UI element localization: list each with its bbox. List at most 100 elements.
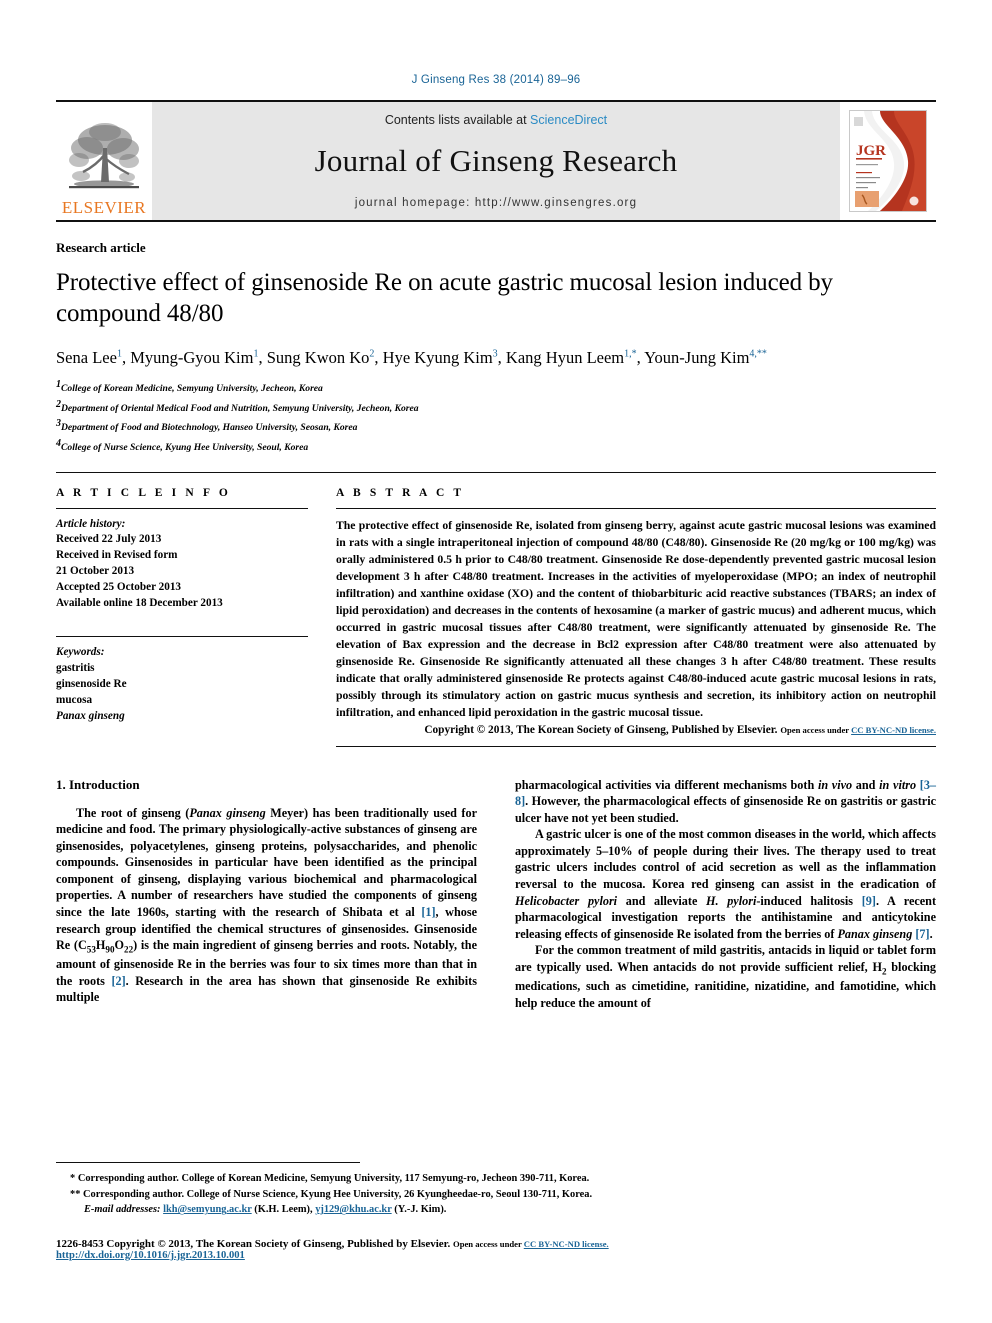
body-paragraph: For the common treatment of mild gastrit… xyxy=(515,942,936,1011)
footer-divider xyxy=(56,1162,360,1164)
author-name: Sena Lee xyxy=(56,348,117,367)
text-run: pharmacological activities via different… xyxy=(515,777,818,792)
issn-copyright-line: 1226-8453 Copyright © 2013, The Korean S… xyxy=(56,1238,936,1250)
email-owner-2: (Y.-J. Kim). xyxy=(394,1204,447,1216)
keyword-item: ginsenoside Re xyxy=(56,677,127,690)
cc-license-link[interactable]: CC BY-NC-ND license. xyxy=(851,725,936,735)
corresponding-mark-2: ** xyxy=(70,1188,81,1200)
author-affiliation-mark: 1 xyxy=(253,348,259,360)
journal-title: Journal of Ginseng Research xyxy=(314,143,678,178)
article-history-item: Received 22 July 2013 xyxy=(56,533,162,546)
author-name: Sung Kwon Ko xyxy=(266,348,370,367)
svg-text:JGR: JGR xyxy=(856,143,886,159)
info-abstract-block: A R T I C L E I N F O Article history: R… xyxy=(56,471,936,747)
article-history-label: Article history: xyxy=(56,517,126,530)
article-history-items: Received 22 July 2013 Received in Revised… xyxy=(56,532,308,612)
journal-homepage-link[interactable]: journal homepage: http://www.ginsengres.… xyxy=(355,197,637,209)
author-affiliation-mark: 2 xyxy=(369,348,375,360)
italic-term: in vivo xyxy=(817,777,853,792)
masthead-center: Contents lists available at ScienceDirec… xyxy=(152,102,840,220)
corresponding-author-note-2: ** Corresponding author. College of Nurs… xyxy=(70,1187,936,1203)
divider xyxy=(56,636,308,638)
author-affiliation-mark: 1,* xyxy=(624,348,637,360)
body-paragraph: The root of ginseng (Panax ginseng Meyer… xyxy=(56,805,477,1006)
keyword-item: gastritis xyxy=(56,661,95,674)
contents-prefix: Contents lists available at xyxy=(384,113,531,127)
article-info-heading: A R T I C L E I N F O xyxy=(56,486,231,499)
article-history-item: 21 October 2013 xyxy=(56,565,135,578)
subscript: 22 xyxy=(124,944,134,955)
body-column-left: 1. Introduction The root of ginseng (Pan… xyxy=(56,777,477,1012)
running-head: J Ginseng Res 38 (2014) 89–96 xyxy=(411,74,581,86)
email-owner-1: (K.H. Leem), xyxy=(254,1204,313,1216)
keywords-items: gastritis ginsenoside Re mucosa Panax ginse… xyxy=(56,661,308,725)
subscript: 53 xyxy=(86,944,96,955)
footer-cc-license-link[interactable]: CC BY-NC-ND license. xyxy=(524,1239,609,1249)
page-footer: * Corresponding author. College of Korea… xyxy=(56,1162,936,1261)
text-run: and xyxy=(852,777,880,792)
italic-term: Helicobacter pylori xyxy=(515,893,618,908)
email-link-1[interactable]: lkh@semyung.ac.kr xyxy=(163,1204,252,1215)
italic-term: in vitro xyxy=(879,777,917,792)
citation-ref[interactable]: [9] xyxy=(862,894,876,908)
body-paragraph: pharmacological activities via different… xyxy=(515,777,936,827)
affiliation-text: College of Nurse Science, Kyung Hee Univ… xyxy=(61,442,309,454)
author-name: Youn-Jung Kim xyxy=(644,348,750,367)
page-title: Protective effect of ginsenoside Re on a… xyxy=(56,269,833,327)
affiliation-item: 4College of Nurse Science, Kyung Hee Uni… xyxy=(56,436,936,456)
email-link-2[interactable]: yj129@khu.ac.kr xyxy=(315,1204,391,1215)
citation-ref[interactable]: [7] xyxy=(915,927,929,941)
italic-term: Panax ginseng xyxy=(189,805,266,820)
abstract-column: A B S T R A C T The protective effect of… xyxy=(336,487,936,747)
contents-available-line: Contents lists available at ScienceDirec… xyxy=(385,113,607,127)
article-info-column: A R T I C L E I N F O Article history: R… xyxy=(56,487,308,747)
copyright-text: Copyright © 2013, The Korean Society of … xyxy=(424,723,778,736)
article-type-kicker: Research article xyxy=(56,240,146,255)
citation-ref[interactable]: [1] xyxy=(421,905,435,919)
text-run: -induced halitosis xyxy=(756,893,862,908)
text-run: H xyxy=(95,938,106,953)
divider xyxy=(56,507,308,509)
text-run: A gastric ulcer is one of the most commo… xyxy=(515,827,936,892)
abstract-heading: A B S T R A C T xyxy=(336,486,465,499)
keyword-item: mucosa xyxy=(56,693,93,706)
text-run: For the common treatment of mild gastrit… xyxy=(515,943,936,975)
journal-cover-thumbnail: JGR xyxy=(840,102,936,220)
subscript: 90 xyxy=(105,944,115,955)
text-run: . xyxy=(929,926,933,941)
open-access-note: Open access under CC BY-NC-ND license. xyxy=(780,725,936,735)
article-history-item: Available online 18 December 2013 xyxy=(56,597,223,610)
elsevier-logo: ELSEVIER xyxy=(56,102,152,220)
author-name: Kang Hyun Leem xyxy=(505,348,625,367)
abstract-copyright: Copyright © 2013, The Korean Society of … xyxy=(336,724,936,736)
citation-ref[interactable]: [2] xyxy=(111,974,125,988)
corresponding-mark-1: * xyxy=(70,1173,76,1185)
doi-link[interactable]: http://dx.doi.org/10.1016/j.jgr.2013.10.… xyxy=(56,1250,936,1261)
footer-open-access-note: Open access under CC BY-NC-ND license. xyxy=(453,1239,609,1249)
author-affiliation-mark: 3 xyxy=(492,348,498,360)
paper-page: J Ginseng Res 38 (2014) 89–96 ELSEVIER C… xyxy=(0,0,992,1323)
open-access-prefix: Open access under xyxy=(780,724,852,735)
intro-left-paragraphs: The root of ginseng (Panax ginseng Meyer… xyxy=(56,805,477,1006)
author-name: Hye Kyung Kim xyxy=(382,348,493,367)
abstract-text: The protective effect of ginsenoside Re,… xyxy=(336,518,936,720)
corresponding-text-1: Corresponding author. College of Korean … xyxy=(77,1173,590,1185)
article-history: Article history: Received 22 July 2013 Re… xyxy=(56,517,308,612)
text-run: O xyxy=(114,938,125,953)
affiliation-text: Department of Food and Biotechnology, Ha… xyxy=(61,422,358,434)
sciencedirect-link[interactable]: ScienceDirect xyxy=(530,113,607,127)
keywords-block: Keywords: gastritis ginsenoside Re mucosa P… xyxy=(56,645,308,725)
article-history-item: Received in Revised form xyxy=(56,549,178,562)
affiliation-list: 1College of Korean Medicine, Semyung Uni… xyxy=(56,377,936,455)
author-list: Sena Lee1, Myung-Gyou Kim1, Sung Kwon Ko… xyxy=(56,348,767,367)
keyword-item: Panax ginseng xyxy=(56,709,125,722)
text-run: and alleviate xyxy=(617,893,707,908)
affiliation-item: 3Department of Food and Biotechnology, H… xyxy=(56,416,936,436)
author-affiliation-mark: 1 xyxy=(116,348,122,360)
corresponding-author-note-1: * Corresponding author. College of Korea… xyxy=(70,1171,936,1187)
divider xyxy=(336,745,936,747)
keywords-label: Keywords: xyxy=(56,646,105,659)
corresponding-text-2: Corresponding author. College of Nurse S… xyxy=(83,1188,593,1200)
affiliation-item: 2Department of Oriental Medical Food and… xyxy=(56,397,936,417)
italic-term: Panax ginseng xyxy=(837,926,913,941)
